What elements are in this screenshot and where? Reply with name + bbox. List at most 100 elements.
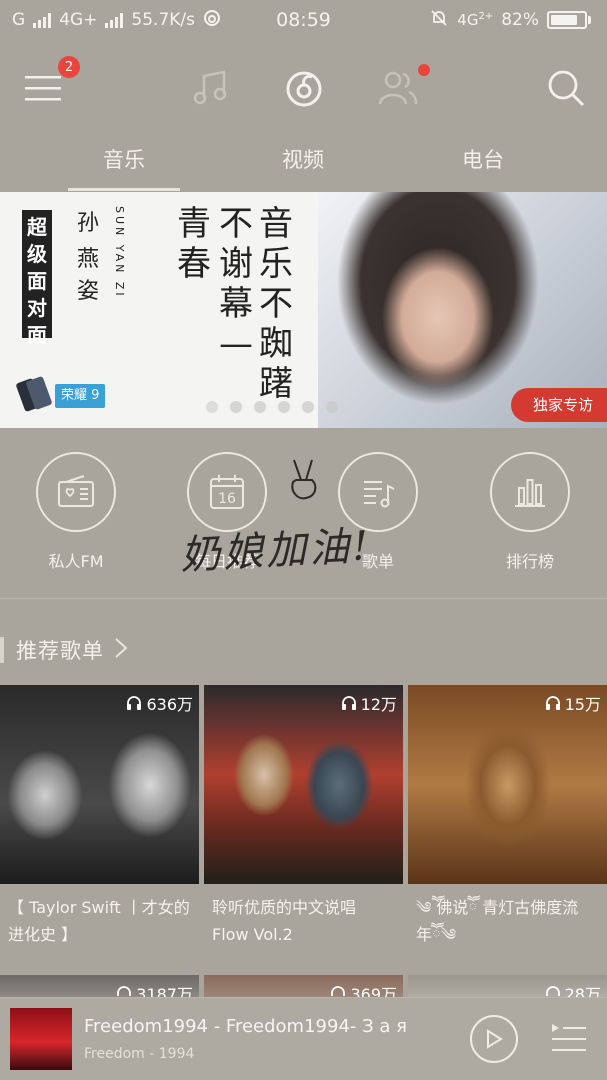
carousel-dots	[206, 401, 338, 413]
menu-button[interactable]: 2	[16, 56, 80, 116]
carousel-dot[interactable]	[326, 401, 338, 413]
play-count: 12万	[341, 691, 397, 715]
play-count-value: 15万	[564, 695, 601, 714]
banner-slogan-char: 音	[259, 204, 293, 244]
playlist-title: 聆听优质的中文说唱 Flow Vol.2	[212, 898, 357, 944]
clock: 08:59	[276, 9, 331, 31]
signal-icon-2	[105, 12, 124, 28]
section-accent-bar	[0, 637, 4, 663]
banner-slogan-char: 躇	[259, 364, 293, 404]
tab-bar: 音乐 视频 电台	[0, 130, 607, 192]
exclusive-badge: 独家专访	[510, 388, 607, 422]
banner-slogan-char: 幕	[219, 284, 253, 324]
playlist-icon	[364, 481, 395, 508]
quick-fm-label: 私人FM	[48, 552, 104, 571]
calendar-icon: 16	[210, 475, 244, 509]
tab-radio[interactable]: 电台	[423, 144, 543, 174]
banner-artist-char: 姿	[76, 279, 99, 304]
brand-chip: 荣耀 9	[55, 384, 106, 408]
banner-slogan-char: 青	[177, 204, 211, 244]
netease-logo-icon	[286, 71, 322, 107]
banner-slogan-char: 踟	[259, 324, 293, 364]
tab-music[interactable]: 音乐	[64, 144, 184, 174]
phone-image	[16, 374, 56, 418]
banner-slogan-col1: 青春	[174, 204, 214, 284]
carousel-dot[interactable]	[278, 401, 290, 413]
recommended-header[interactable]: 推荐歌单	[0, 632, 128, 668]
playlist-card-peek[interactable]: 3187万	[0, 975, 199, 997]
battery-percent: 82%	[501, 10, 539, 30]
section-divider	[0, 598, 607, 599]
playlist-card-peek[interactable]: 28万	[408, 975, 607, 997]
handwritten-cheer: 奶娘加油!	[179, 523, 373, 579]
play-count: 3187万	[116, 981, 193, 997]
peace-hand-doodle	[284, 456, 324, 506]
playlist-card[interactable]: 15万 ༄ཽ 佛说ཽ 青灯古佛度流年ཽ༄	[408, 685, 607, 954]
music-note-icon	[193, 70, 227, 105]
play-count-value: 28万	[564, 985, 601, 997]
carousel-dot[interactable]	[230, 401, 242, 413]
friends-dot-badge	[418, 64, 430, 76]
queue-icon	[552, 1024, 586, 1051]
banner-slogan-char: 乐	[259, 244, 293, 284]
carousel-dot[interactable]	[302, 401, 314, 413]
playlist-title: 【 Taylor Swift 丨才女的进化史 】	[8, 898, 190, 944]
queue-button[interactable]	[550, 1020, 588, 1060]
radio-icon	[58, 475, 94, 507]
playlist-title: ༄ཽ 佛说ཽ 青灯古佛度流年ཽ༄	[416, 898, 579, 944]
menu-icon	[25, 76, 61, 101]
banner-series-char: 超	[27, 215, 47, 239]
friends-button[interactable]	[370, 60, 430, 116]
playlist-card[interactable]: 12万 聆听优质的中文说唱 Flow Vol.2	[204, 685, 403, 954]
banner-series-label: 超级面对面	[22, 210, 52, 347]
tab-video[interactable]: 视频	[243, 144, 363, 174]
headphones-icon	[545, 696, 560, 710]
banner-series-char: 面	[27, 323, 47, 347]
headphones-icon	[127, 696, 142, 710]
headphones-icon	[341, 696, 356, 710]
my-music-button[interactable]	[182, 60, 238, 116]
carousel-dot[interactable]	[206, 401, 218, 413]
headphones-icon	[117, 986, 132, 996]
banner-slogan-char: 不	[219, 204, 253, 244]
top-nav: 2	[0, 50, 607, 126]
menu-badge: 2	[58, 56, 80, 78]
mini-player[interactable]: Freedom1994 - Freedom1994- З а я Freedom…	[0, 997, 607, 1080]
chart-icon	[515, 479, 545, 507]
quick-charts[interactable]: 排行榜	[470, 452, 590, 572]
banner-series-char: 对	[27, 296, 47, 320]
signal-icon	[33, 12, 52, 28]
play-icon	[487, 1029, 503, 1049]
banner-slogan-char: 不	[259, 284, 293, 324]
carousel-dot[interactable]	[254, 401, 266, 413]
netease-status-icon	[203, 9, 221, 32]
svg-text:16: 16	[218, 491, 236, 507]
play-count-value: 369万	[350, 985, 397, 997]
banner-artist-latin: SUN YAN ZI	[113, 206, 126, 299]
play-button[interactable]	[470, 1015, 518, 1063]
playlist-card-peek[interactable]: 369万	[204, 975, 403, 997]
banner-slogan-col2: 不谢幕 —	[216, 204, 256, 364]
network-sub: 2+	[478, 11, 494, 22]
play-count: 369万	[330, 981, 397, 997]
search-button[interactable]	[538, 60, 594, 116]
network-speed: 55.7K/s	[131, 10, 196, 30]
friends-icon	[378, 71, 418, 105]
quick-fm[interactable]: 私人FM	[16, 452, 136, 572]
playlist-card[interactable]: 636万 【 Taylor Swift 丨才女的进化史 】	[0, 685, 199, 954]
playlist-cover: 15万	[408, 685, 607, 884]
banner-slogan-char: 春	[177, 244, 211, 284]
playlist-cover: 636万	[0, 685, 199, 884]
play-count-value: 3187万	[136, 985, 193, 997]
quick-charts-label: 排行榜	[505, 552, 554, 571]
network-type-2: 4G	[457, 11, 479, 29]
banner-slogan-col3: 音乐不踟躇	[256, 204, 296, 404]
network-type: 4G+	[59, 10, 98, 30]
discover-button[interactable]	[276, 60, 332, 116]
now-playing-artist: Freedom - 1994	[84, 1046, 195, 1062]
mute-icon	[429, 8, 449, 33]
carrier-label: G	[12, 10, 26, 30]
banner-artist-col1: 孙	[76, 208, 100, 240]
status-bar: G 4G+ 55.7K/s 08:59 4G2+ 82%	[0, 0, 607, 40]
play-count-value: 12万	[360, 695, 397, 714]
